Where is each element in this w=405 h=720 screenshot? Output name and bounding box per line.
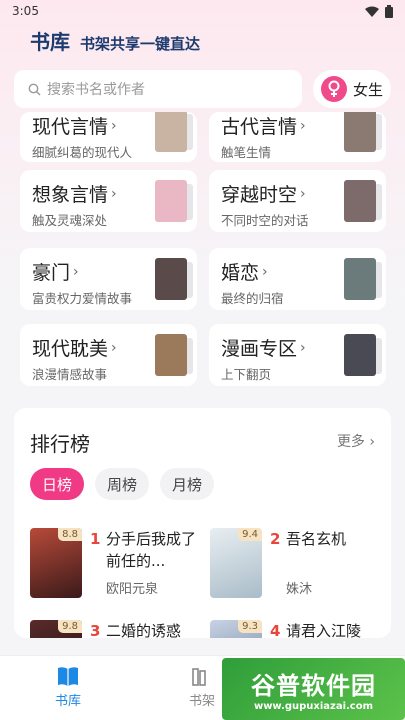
- chevron-right-icon: ›: [111, 117, 117, 134]
- category-name: 古代言情: [221, 116, 298, 138]
- search-placeholder: 搜索书名或作者: [47, 82, 145, 98]
- category-cover: [155, 180, 187, 222]
- book-title: 请君入江陵: [286, 622, 362, 638]
- book-score: 8.8: [58, 528, 82, 541]
- watermark-text: 谷普软件园: [251, 672, 376, 700]
- category-card-modern-romance[interactable]: 现代言情 › 细腻纠葛的现代人: [20, 112, 197, 162]
- chevron-right-icon: ›: [300, 185, 306, 202]
- bookshelf-icon: [192, 668, 206, 686]
- tab-daily[interactable]: 日榜: [30, 468, 84, 500]
- book-cover: 9.4: [210, 528, 262, 598]
- battery-icon: [385, 4, 393, 18]
- chevron-right-icon: ›: [300, 339, 306, 356]
- page-header: 书库 书架共享一键直达: [30, 26, 200, 55]
- nav-library-label: 书库: [54, 694, 81, 709]
- book-cover: 9.3: [210, 620, 262, 638]
- ranking-book-item[interactable]: 9.4 2 吾名玄机 姝沐: [210, 528, 390, 608]
- book-author: 姝沐: [286, 582, 313, 597]
- page-slogan: 书架共享一键直达: [80, 35, 201, 53]
- gender-switch-button[interactable]: 女生: [313, 70, 391, 108]
- category-cover: [155, 258, 187, 300]
- book-open-icon: [58, 667, 78, 686]
- book-rank: 3: [90, 622, 101, 638]
- chevron-right-icon: ›: [73, 263, 79, 280]
- book-title: 吾名玄机: [286, 530, 347, 548]
- category-cover: [344, 334, 376, 376]
- status-icons: [365, 4, 393, 18]
- ranking-book-item[interactable]: 9.8 3 二婚的诱惑: [30, 620, 210, 638]
- tab-weekly[interactable]: 周榜: [95, 468, 149, 500]
- category-card-time-travel[interactable]: 穿越时空 › 不同时空的对话: [209, 170, 386, 232]
- female-icon: [320, 76, 347, 102]
- tab-monthly[interactable]: 月榜: [160, 468, 214, 500]
- category-name: 穿越时空: [221, 184, 298, 206]
- gender-label: 女生: [352, 80, 383, 99]
- chevron-right-icon: ›: [262, 263, 268, 280]
- chevron-right-icon: ›: [111, 339, 117, 356]
- category-name: 豪门: [32, 262, 71, 284]
- category-card-marriage[interactable]: 婚恋 › 最终的归宿: [209, 248, 386, 310]
- ranking-more-label: 更多: [336, 434, 365, 450]
- category-card-rich-family[interactable]: 豪门 › 富贵权力爱情故事: [20, 248, 197, 310]
- wifi-icon: [365, 6, 379, 17]
- search-input[interactable]: 搜索书名或作者: [14, 70, 302, 108]
- ranking-tabs: 日榜 周榜 月榜: [30, 468, 214, 500]
- book-score: 9.3: [238, 620, 262, 633]
- category-card-comics[interactable]: 漫画专区 › 上下翻页: [209, 324, 386, 386]
- category-card-fantasy-romance[interactable]: 想象言情 › 触及灵魂深处: [20, 170, 197, 232]
- ranking-more-link[interactable]: 更多 ›: [337, 431, 375, 451]
- category-name: 婚恋: [221, 262, 260, 284]
- book-title: 分手后我成了前任的...: [106, 530, 197, 570]
- page-title: 书库: [30, 30, 70, 54]
- book-rank: 2: [270, 530, 281, 548]
- book-score: 9.8: [58, 620, 82, 633]
- book-rank: 1: [90, 530, 101, 548]
- ranking-book-item[interactable]: 8.8 1 分手后我成了前任的... 欧阳元泉: [30, 528, 210, 608]
- nav-shelf-label: 书架: [188, 694, 215, 709]
- search-icon: [28, 83, 41, 95]
- watermark-url: www.gupuxiazai.com: [253, 701, 374, 712]
- category-cover: [344, 258, 376, 300]
- category-cover: [155, 112, 187, 152]
- category-cover: [155, 334, 187, 376]
- status-time: 3:05: [12, 4, 39, 18]
- category-name: 想象言情: [32, 184, 109, 206]
- chevron-right-icon: ›: [111, 185, 117, 202]
- book-cover: 8.8: [30, 528, 82, 598]
- category-cover: [344, 180, 376, 222]
- category-card-ancient-romance[interactable]: 古代言情 › 触笔生情: [209, 112, 386, 162]
- book-cover: 9.8: [30, 620, 82, 638]
- book-title: 二婚的诱惑: [106, 622, 182, 638]
- category-name: 漫画专区: [221, 338, 298, 360]
- chevron-right-icon: ›: [369, 434, 375, 450]
- ranking-book-item[interactable]: 9.3 4 请君入江陵: [210, 620, 390, 638]
- book-rank: 4: [270, 622, 281, 638]
- ranking-panel: 排行榜 更多 › 日榜 周榜 月榜 8.8 1 分手后我成了前任的... 欧阳元…: [14, 408, 391, 638]
- category-name: 现代言情: [32, 116, 109, 138]
- category-name: 现代耽美: [32, 338, 109, 360]
- ranking-title: 排行榜: [30, 432, 90, 456]
- status-bar: 3:05: [0, 0, 405, 22]
- nav-library[interactable]: 书库: [38, 666, 98, 709]
- category-cover: [344, 112, 376, 152]
- book-author: 欧阳元泉: [106, 582, 159, 597]
- chevron-right-icon: ›: [300, 117, 306, 134]
- site-watermark-logo: 谷普软件园 www.gupuxiazai.com: [222, 658, 405, 720]
- book-score: 9.4: [238, 528, 262, 541]
- category-card-modern-bl[interactable]: 现代耽美 › 浪漫情感故事: [20, 324, 197, 386]
